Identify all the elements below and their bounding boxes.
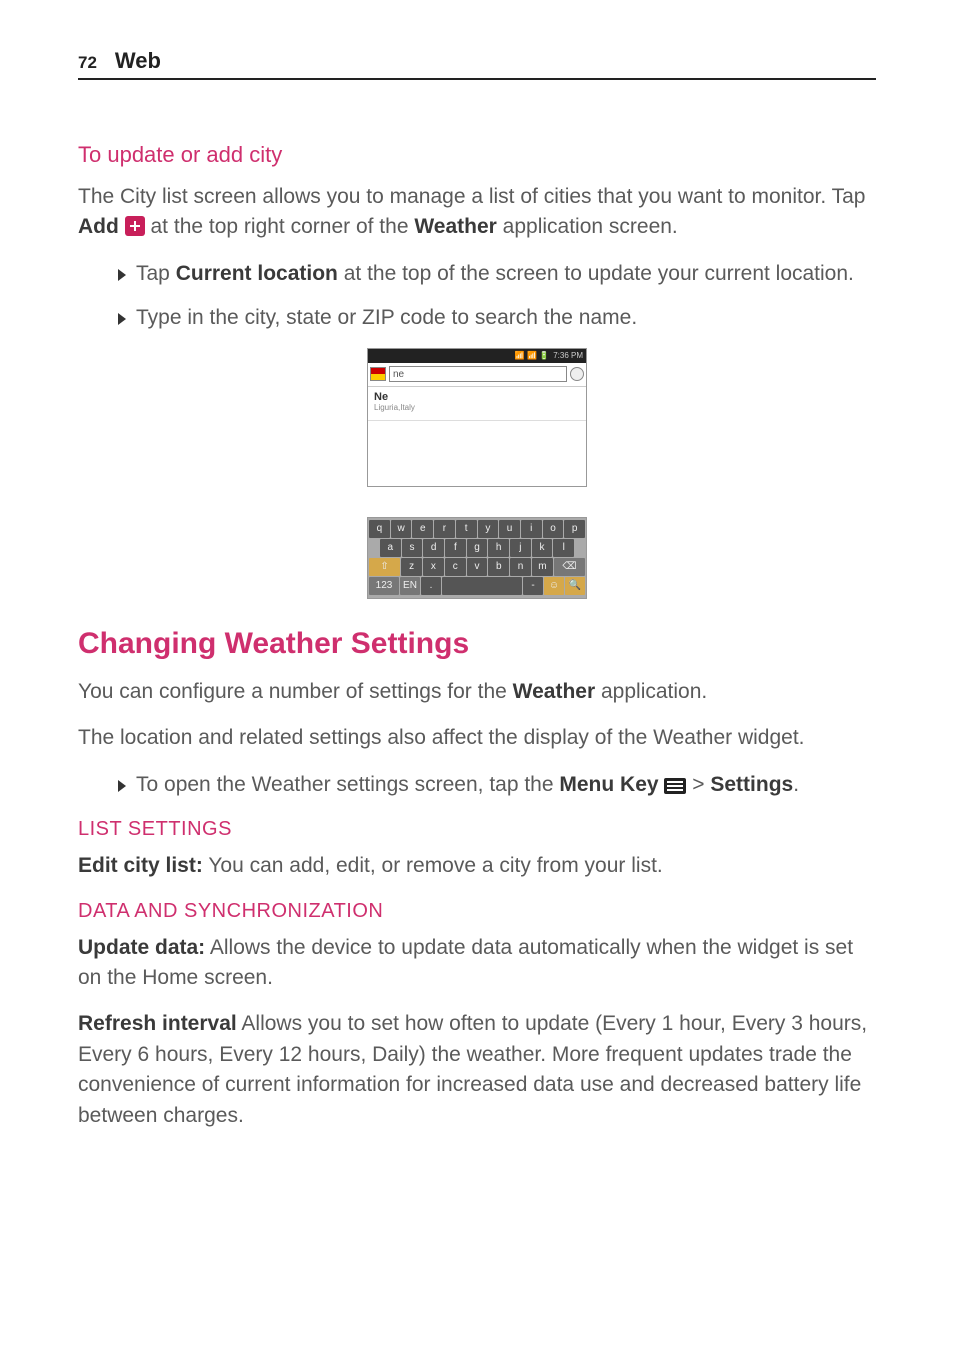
key[interactable]: x (423, 558, 444, 576)
key[interactable]: f (445, 539, 466, 557)
search-result[interactable]: Ne Liguria,Italy (368, 387, 586, 421)
shift-key[interactable]: ⇧ (369, 558, 400, 576)
screenshot-keyboard: q w e r t y u i o p a s d f g h j k l (367, 517, 587, 599)
text: Tap (136, 262, 176, 285)
text: application screen. (497, 215, 678, 238)
text: You can configure a number of settings f… (78, 680, 513, 703)
key[interactable]: p (564, 520, 585, 538)
status-bar: 📶 📶 🔋 7:36 PM (368, 349, 586, 363)
para-refresh-interval: Refresh interval Allows you to set how o… (78, 1009, 876, 1131)
emoji-key[interactable]: ☺ (544, 577, 564, 595)
key[interactable]: n (510, 558, 531, 576)
key[interactable]: g (467, 539, 488, 557)
page-header: 72 Web (78, 48, 876, 80)
key[interactable]: y (478, 520, 499, 538)
para-update-data: Update data: Allows the device to update… (78, 933, 876, 994)
section-title: Web (115, 48, 161, 74)
text: . (793, 773, 799, 796)
page-number: 72 (78, 53, 97, 73)
lang-key[interactable]: EN (400, 577, 420, 595)
key[interactable]: c (445, 558, 466, 576)
para-configure: You can configure a number of settings f… (78, 677, 876, 707)
para-city-list: The City list screen allows you to manag… (78, 182, 876, 243)
label-refresh-interval: Refresh interval (78, 1012, 237, 1035)
status-icons: 📶 📶 🔋 (515, 351, 549, 360)
key[interactable]: r (434, 520, 455, 538)
key[interactable]: . (421, 577, 441, 595)
search-input[interactable]: ne (389, 366, 567, 382)
text: You can add, edit, or remove a city from… (203, 854, 663, 877)
label-edit-city-list: Edit city list: (78, 854, 203, 877)
para-edit-city-list: Edit city list: You can add, edit, or re… (78, 851, 876, 881)
bullet-open-settings: To open the Weather settings screen, tap… (118, 770, 876, 800)
key[interactable]: t (456, 520, 477, 538)
key[interactable]: z (401, 558, 422, 576)
bullet-current-location: Tap Current location at the top of the s… (118, 259, 876, 289)
key[interactable]: w (391, 520, 412, 538)
para-location-settings: The location and related settings also a… (78, 723, 876, 753)
text: application. (595, 680, 707, 703)
flag-icon (370, 367, 386, 381)
label-weather: Weather (513, 680, 595, 703)
label-update-data: Update data: (78, 936, 205, 959)
key[interactable]: l (553, 539, 574, 557)
backspace-key[interactable]: ⌫ (554, 558, 585, 576)
key[interactable]: v (467, 558, 488, 576)
text: The City list screen allows you to manag… (78, 185, 866, 208)
label-weather: Weather (414, 215, 496, 238)
text: To open the Weather settings screen, tap… (136, 773, 559, 796)
key[interactable]: h (488, 539, 509, 557)
label-settings: Settings (710, 773, 793, 796)
numbers-key[interactable]: 123 (369, 577, 399, 595)
key[interactable]: d (423, 539, 444, 557)
key[interactable]: j (510, 539, 531, 557)
key[interactable]: i (521, 520, 542, 538)
bullet-icon (118, 313, 126, 325)
heading-changing-weather-settings: Changing Weather Settings (78, 627, 876, 661)
key[interactable]: b (488, 558, 509, 576)
menu-icon (664, 778, 686, 794)
screenshot-search: 📶 📶 🔋 7:36 PM ne Ne Liguria,Italy (367, 348, 587, 487)
heading-update-add-city: To update or add city (78, 142, 876, 168)
key[interactable]: s (402, 539, 423, 557)
label-add: Add (78, 215, 119, 238)
result-subtitle: Liguria,Italy (374, 403, 580, 412)
key[interactable]: u (499, 520, 520, 538)
text: Type in the city, state or ZIP code to s… (136, 303, 637, 333)
text: at the top of the screen to update your … (338, 262, 854, 285)
heading-data-sync: DATA AND SYNCHRONIZATION (78, 900, 876, 923)
bullet-icon (118, 780, 126, 792)
search-key[interactable]: 🔍 (565, 577, 585, 595)
result-title: Ne (374, 391, 580, 403)
label-menu-key: Menu Key (559, 773, 658, 796)
add-icon (125, 216, 145, 236)
text: > (692, 773, 710, 796)
key[interactable]: - (523, 577, 543, 595)
key[interactable]: a (380, 539, 401, 557)
label-current-location: Current location (176, 262, 338, 285)
bullet-type-city: Type in the city, state or ZIP code to s… (118, 303, 876, 333)
text: at the top right corner of the (145, 215, 415, 238)
status-time: 7:36 PM (553, 351, 583, 360)
key[interactable]: k (532, 539, 553, 557)
key[interactable]: e (412, 520, 433, 538)
key[interactable]: m (532, 558, 553, 576)
space-key[interactable] (442, 577, 522, 595)
key[interactable]: q (369, 520, 390, 538)
key[interactable]: o (543, 520, 564, 538)
bullet-icon (118, 269, 126, 281)
search-go-button[interactable] (570, 367, 584, 381)
heading-list-settings: LIST SETTINGS (78, 818, 876, 841)
